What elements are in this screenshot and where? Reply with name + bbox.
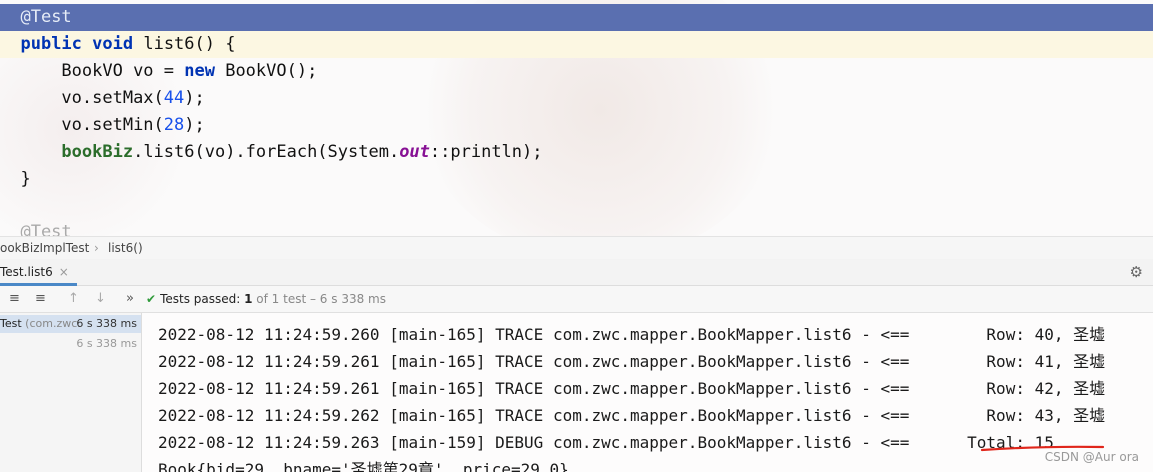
log-line: 2022-08-12 11:24:59.260 [main-165] TRACE… <box>158 325 1106 344</box>
run-tabs: Test.list6 × ⚙ <box>0 259 1153 286</box>
test-tree-item[interactable]: 6 s 338 ms <box>0 335 141 353</box>
log-line: 2022-08-12 11:24:59.261 [main-165] TRACE… <box>158 379 1106 398</box>
breadcrumb: ookBizImplTest › list6() <box>0 236 1153 260</box>
code-line-annotation[interactable]: @Test <box>0 4 1153 31</box>
test-tree-item[interactable]: Test (com.zwc. 6 s 338 ms <box>0 315 141 333</box>
check-icon: ✔ <box>146 292 157 306</box>
code-line-set-max[interactable]: vo.setMax(44); <box>0 85 1153 112</box>
log-line: 2022-08-12 11:24:59.262 [main-165] TRACE… <box>158 406 1106 425</box>
close-icon[interactable]: × <box>59 265 69 279</box>
tab-label: Test.list6 <box>0 265 53 279</box>
test-toolbar: ≡ ≡ ↑ ↓ » ✔ Tests passed: 1 of 1 test – 6… <box>0 286 1153 313</box>
tab-test-list6[interactable]: Test.list6 × <box>0 259 77 286</box>
gear-icon[interactable]: ⚙ <box>1130 263 1143 281</box>
breadcrumb-class[interactable]: ookBizImplTest <box>0 237 89 259</box>
log-line: Book{bid=29, bname='圣墟第29章', price=29.0} <box>158 460 569 472</box>
previous-failed-icon[interactable]: ↑ <box>68 286 79 312</box>
log-line: 2022-08-12 11:24:59.263 [main-159] DEBUG… <box>158 433 1054 452</box>
code-line-new-bookvo[interactable]: BookVO vo = new BookVO(); <box>0 58 1153 85</box>
log-line: 2022-08-12 11:24:59.261 [main-165] TRACE… <box>158 352 1106 371</box>
expand-all-icon[interactable]: ≡ <box>9 286 20 312</box>
test-tree: Test (com.zwc. 6 s 338 ms 6 s 338 ms <box>0 313 142 472</box>
next-failed-icon[interactable]: ↓ <box>95 286 106 312</box>
console-output[interactable]: 2022-08-12 11:24:59.260 [main-165] TRACE… <box>142 313 1153 472</box>
code-line-method-signature[interactable]: public void list6() { <box>0 31 1153 58</box>
more-icon[interactable]: » <box>126 286 134 312</box>
breadcrumb-method[interactable]: list6() <box>108 237 143 259</box>
test-status: ✔ Tests passed: 1 of 1 test – 6 s 338 ms <box>146 292 386 306</box>
code-editor[interactable]: @Test public void list6() { BookVO vo = … <box>0 0 1153 236</box>
code-line-next-annotation[interactable]: @Test <box>0 219 1153 236</box>
watermark: CSDN @Aur ora <box>1044 450 1139 464</box>
collapse-all-icon[interactable]: ≡ <box>35 286 46 312</box>
code-line-foreach[interactable]: bookBiz.list6(vo).forEach(System.out::pr… <box>0 139 1153 166</box>
test-duration: 6 s 338 ms <box>76 317 137 330</box>
test-duration: 6 s 338 ms <box>76 337 137 350</box>
code-line-close-brace[interactable]: } <box>0 166 1153 193</box>
code-line-set-min[interactable]: vo.setMin(28); <box>0 112 1153 139</box>
breadcrumb-separator: › <box>94 241 99 255</box>
